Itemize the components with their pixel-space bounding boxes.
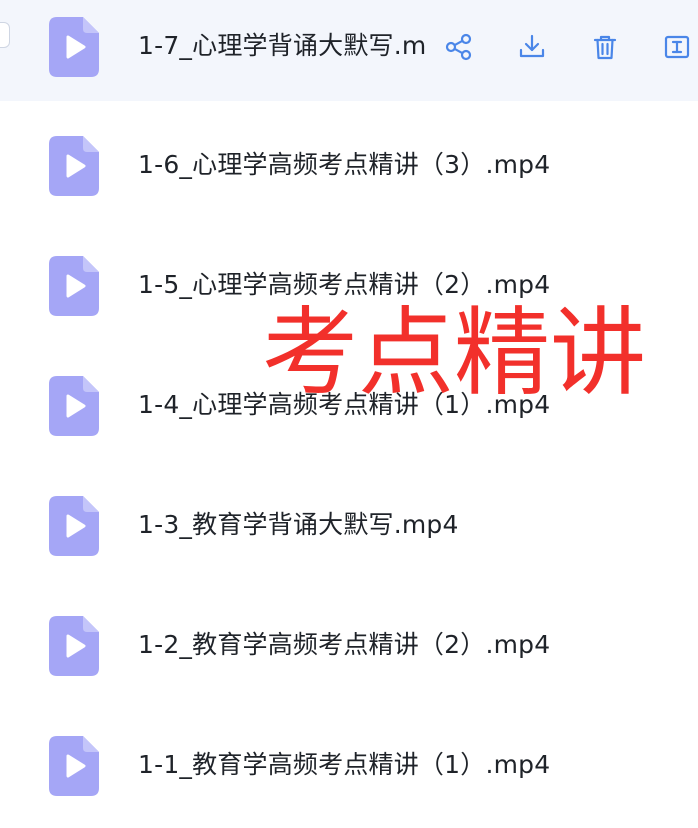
file-row[interactable]: 1-7_心理学背诵大默写.mp4 — [0, 0, 698, 101]
download-icon[interactable] — [517, 32, 547, 62]
rename-icon[interactable] — [662, 32, 692, 62]
video-file-icon — [49, 616, 99, 676]
share-icon[interactable] — [444, 32, 474, 62]
watermark-text: 考点精讲 — [262, 297, 646, 409]
video-file-icon — [49, 736, 99, 796]
file-row[interactable]: 1-6_心理学高频考点精讲（3）.mp4 — [0, 110, 698, 220]
video-file-icon — [49, 496, 99, 556]
video-file-icon — [49, 376, 99, 436]
file-row[interactable]: 1-1_教育学高频考点精讲（1）.mp4 — [0, 710, 698, 820]
video-file-icon — [49, 136, 99, 196]
file-name[interactable]: 1-1_教育学高频考点精讲（1）.mp4 — [138, 749, 550, 781]
file-name[interactable]: 1-6_心理学高频考点精讲（3）.mp4 — [138, 149, 550, 181]
file-row[interactable]: 1-2_教育学高频考点精讲（2）.mp4 — [0, 590, 698, 700]
file-name[interactable]: 1-7_心理学背诵大默写.mp4 — [138, 30, 428, 62]
file-name[interactable]: 1-2_教育学高频考点精讲（2）.mp4 — [138, 629, 550, 661]
video-file-icon — [49, 256, 99, 316]
file-list: 1-7_心理学背诵大默写.mp4 1-6_心理学高频考点精讲（3）.mp4 1-… — [0, 0, 698, 828]
row-checkbox[interactable] — [0, 22, 10, 48]
file-name[interactable]: 1-3_教育学背诵大默写.mp4 — [138, 509, 459, 541]
trash-icon[interactable] — [590, 32, 620, 62]
file-row[interactable]: 1-3_教育学背诵大默写.mp4 — [0, 470, 698, 580]
video-file-icon — [49, 17, 99, 77]
